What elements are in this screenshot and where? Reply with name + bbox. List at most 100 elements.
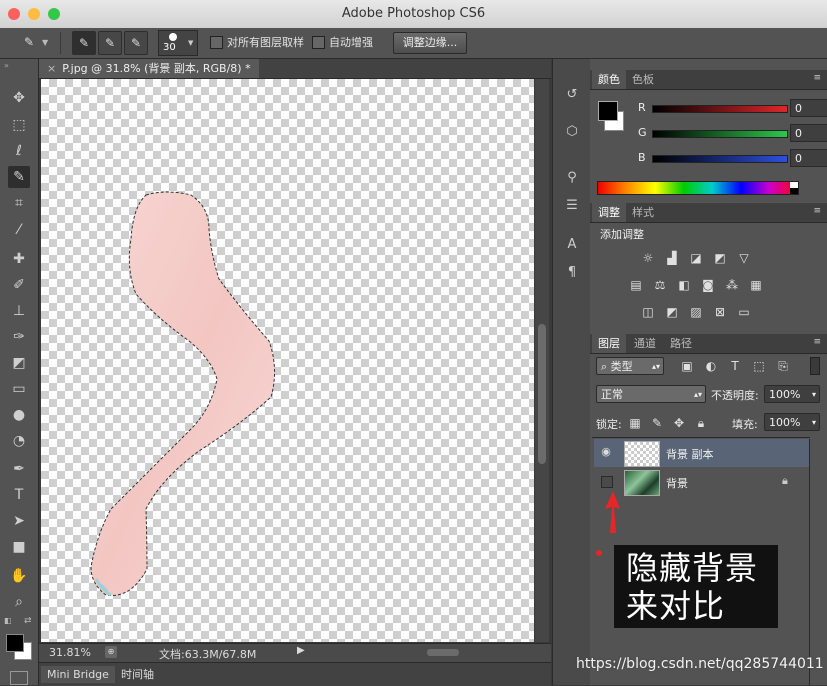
subtract-from-selection-icon[interactable]: ✎	[124, 31, 148, 55]
tab-layers[interactable]: 图层	[592, 334, 626, 353]
dodge-tool-icon[interactable]: ◔	[8, 430, 30, 452]
tab-color[interactable]: 颜色	[592, 70, 626, 89]
blue-value-field[interactable]: 0	[790, 149, 827, 167]
zoom-level[interactable]: 31.81%	[49, 646, 91, 659]
layer-row[interactable]: ◉ 背景 副本	[594, 439, 810, 467]
gradient-tool-icon[interactable]: ▭	[8, 378, 30, 400]
history-icon[interactable]: ↺	[561, 84, 583, 106]
black-swatch[interactable]	[790, 188, 798, 194]
quick-mask-icon[interactable]	[10, 671, 28, 685]
levels-icon[interactable]: ▟	[663, 249, 681, 267]
fill-field[interactable]: 100% ▾	[764, 413, 820, 431]
character-icon[interactable]: A	[561, 234, 583, 256]
add-to-selection-icon[interactable]: ✎	[98, 31, 122, 55]
new-selection-icon[interactable]: ✎	[72, 31, 96, 55]
channel-mixer-icon[interactable]: ⁂	[723, 276, 741, 294]
close-tab-icon[interactable]: ×	[47, 62, 56, 75]
refine-edge-button[interactable]: 调整边缘...	[393, 32, 467, 54]
rectangle-tool-icon[interactable]: ■	[8, 536, 30, 558]
scrollbar-thumb[interactable]	[538, 324, 546, 464]
clone-stamp-tool-icon[interactable]: ⊥	[8, 300, 30, 322]
eraser-tool-icon[interactable]: ◩	[8, 352, 30, 374]
brush-tool-icon[interactable]: ✐	[8, 274, 30, 296]
lasso-tool-icon[interactable]: ℓ	[8, 140, 30, 162]
default-colors-icon[interactable]: ◧	[4, 616, 12, 625]
brush-picker[interactable]: 30 ▼	[158, 30, 198, 56]
vibrance-icon[interactable]: ▽	[735, 249, 753, 267]
crop-tool-icon[interactable]: ⌗	[8, 192, 30, 214]
brightness-contrast-icon[interactable]: ☼	[639, 249, 657, 267]
swap-colors-icon[interactable]: ⇄	[24, 616, 32, 626]
selective-color-icon[interactable]: ⊠	[711, 303, 729, 321]
lock-transparent-icon[interactable]: ▦	[626, 414, 644, 432]
vertical-scrollbar[interactable]	[535, 79, 549, 642]
collapse-icon[interactable]: »	[4, 61, 9, 70]
exposure-icon[interactable]: ◩	[711, 249, 729, 267]
eye-icon[interactable]: ◉	[600, 446, 612, 458]
zoom-tool-icon[interactable]: ⌕	[8, 591, 30, 613]
lock-pixels-icon[interactable]: ✎	[648, 414, 666, 432]
filter-shape-icon[interactable]: ⬚	[750, 357, 768, 375]
panel-menu-icon[interactable]: ≡	[813, 206, 821, 216]
invert-icon[interactable]: ◫	[639, 303, 657, 321]
tab-styles[interactable]: 样式	[626, 203, 660, 222]
green-slider[interactable]	[652, 130, 788, 138]
blur-tool-icon[interactable]: ●	[8, 404, 30, 426]
spot-healing-tool-icon[interactable]: ✚	[8, 248, 30, 270]
color-balance-icon[interactable]: ⚖	[651, 276, 669, 294]
tool-preset-icon[interactable]: ✎	[18, 31, 40, 53]
lock-position-icon[interactable]: ✥	[670, 414, 688, 432]
photo-filter-icon[interactable]: ◙	[699, 276, 717, 294]
hand-tool-icon[interactable]: ✋	[8, 565, 30, 587]
color-lookup-icon[interactable]: ▦	[747, 276, 765, 294]
horizontal-scrollbar-thumb[interactable]	[427, 649, 459, 656]
document-canvas[interactable]	[41, 79, 534, 642]
red-slider[interactable]	[652, 105, 788, 113]
black-white-icon[interactable]: ◧	[675, 276, 693, 294]
panel-menu-icon[interactable]: ≡	[813, 337, 821, 347]
tab-adjustments[interactable]: 调整	[592, 203, 626, 222]
paragraph-icon[interactable]: ¶	[561, 262, 583, 284]
green-value-field[interactable]: 0	[790, 124, 827, 142]
status-menu-icon[interactable]: ⊕	[105, 646, 117, 658]
threshold-icon[interactable]: ▨	[687, 303, 705, 321]
document-tab[interactable]: × P.jpg @ 31.8% (背景 副本, RGB/8) *	[39, 59, 259, 78]
filter-type-icon[interactable]: T	[726, 357, 744, 375]
filter-smart-object-icon[interactable]: ⎘	[774, 357, 792, 375]
path-selection-tool-icon[interactable]: ➤	[8, 510, 30, 532]
tab-swatches[interactable]: 色板	[626, 70, 660, 89]
move-tool-icon[interactable]: ✥	[8, 87, 30, 109]
pen-tool-icon[interactable]: ✒	[8, 458, 30, 480]
eyedropper-tool-icon[interactable]: ⁄	[8, 219, 30, 241]
sample-all-layers-checkbox[interactable]	[210, 36, 223, 49]
panel-menu-icon[interactable]: ≡	[813, 73, 821, 83]
foreground-color-swatch[interactable]	[6, 634, 24, 652]
blue-slider[interactable]	[652, 155, 788, 163]
tab-mini-bridge[interactable]: Mini Bridge	[41, 666, 115, 683]
tab-channels[interactable]: 通道	[628, 334, 662, 353]
quick-selection-tool-icon[interactable]: ✎	[8, 166, 30, 188]
blend-mode-dropdown[interactable]: 正常 ▴▾	[596, 385, 706, 403]
properties-icon[interactable]: ☰	[561, 195, 583, 217]
filter-toggle[interactable]	[810, 357, 820, 375]
red-value-field[interactable]: 0	[790, 99, 827, 117]
gradient-map-icon[interactable]: ▭	[735, 303, 753, 321]
hue-saturation-icon[interactable]: ▤	[627, 276, 645, 294]
3d-cube-icon[interactable]: ⬡	[561, 121, 583, 143]
type-tool-icon[interactable]: T	[8, 484, 30, 506]
opacity-field[interactable]: 100% ▾	[764, 385, 820, 403]
auto-enhance-checkbox[interactable]	[312, 36, 325, 49]
color-spectrum-bar[interactable]	[597, 181, 799, 195]
curves-icon[interactable]: ◪	[687, 249, 705, 267]
foreground-color-swatch[interactable]	[598, 101, 618, 121]
actions-icon[interactable]: ⚲	[561, 167, 583, 189]
filter-adjustment-icon[interactable]: ◐	[702, 357, 720, 375]
tab-paths[interactable]: 路径	[664, 334, 698, 353]
filter-kind-dropdown[interactable]: ⌕ 类型 ▴▾	[596, 357, 664, 375]
lock-all-icon[interactable]: 🔒︎	[692, 414, 710, 432]
play-icon[interactable]: ▶	[297, 645, 305, 656]
tab-timeline[interactable]: 时间轴	[115, 666, 160, 683]
posterize-icon[interactable]: ◩	[663, 303, 681, 321]
chevron-down-icon[interactable]: ▼	[42, 38, 48, 47]
history-brush-tool-icon[interactable]: ✑	[8, 326, 30, 348]
